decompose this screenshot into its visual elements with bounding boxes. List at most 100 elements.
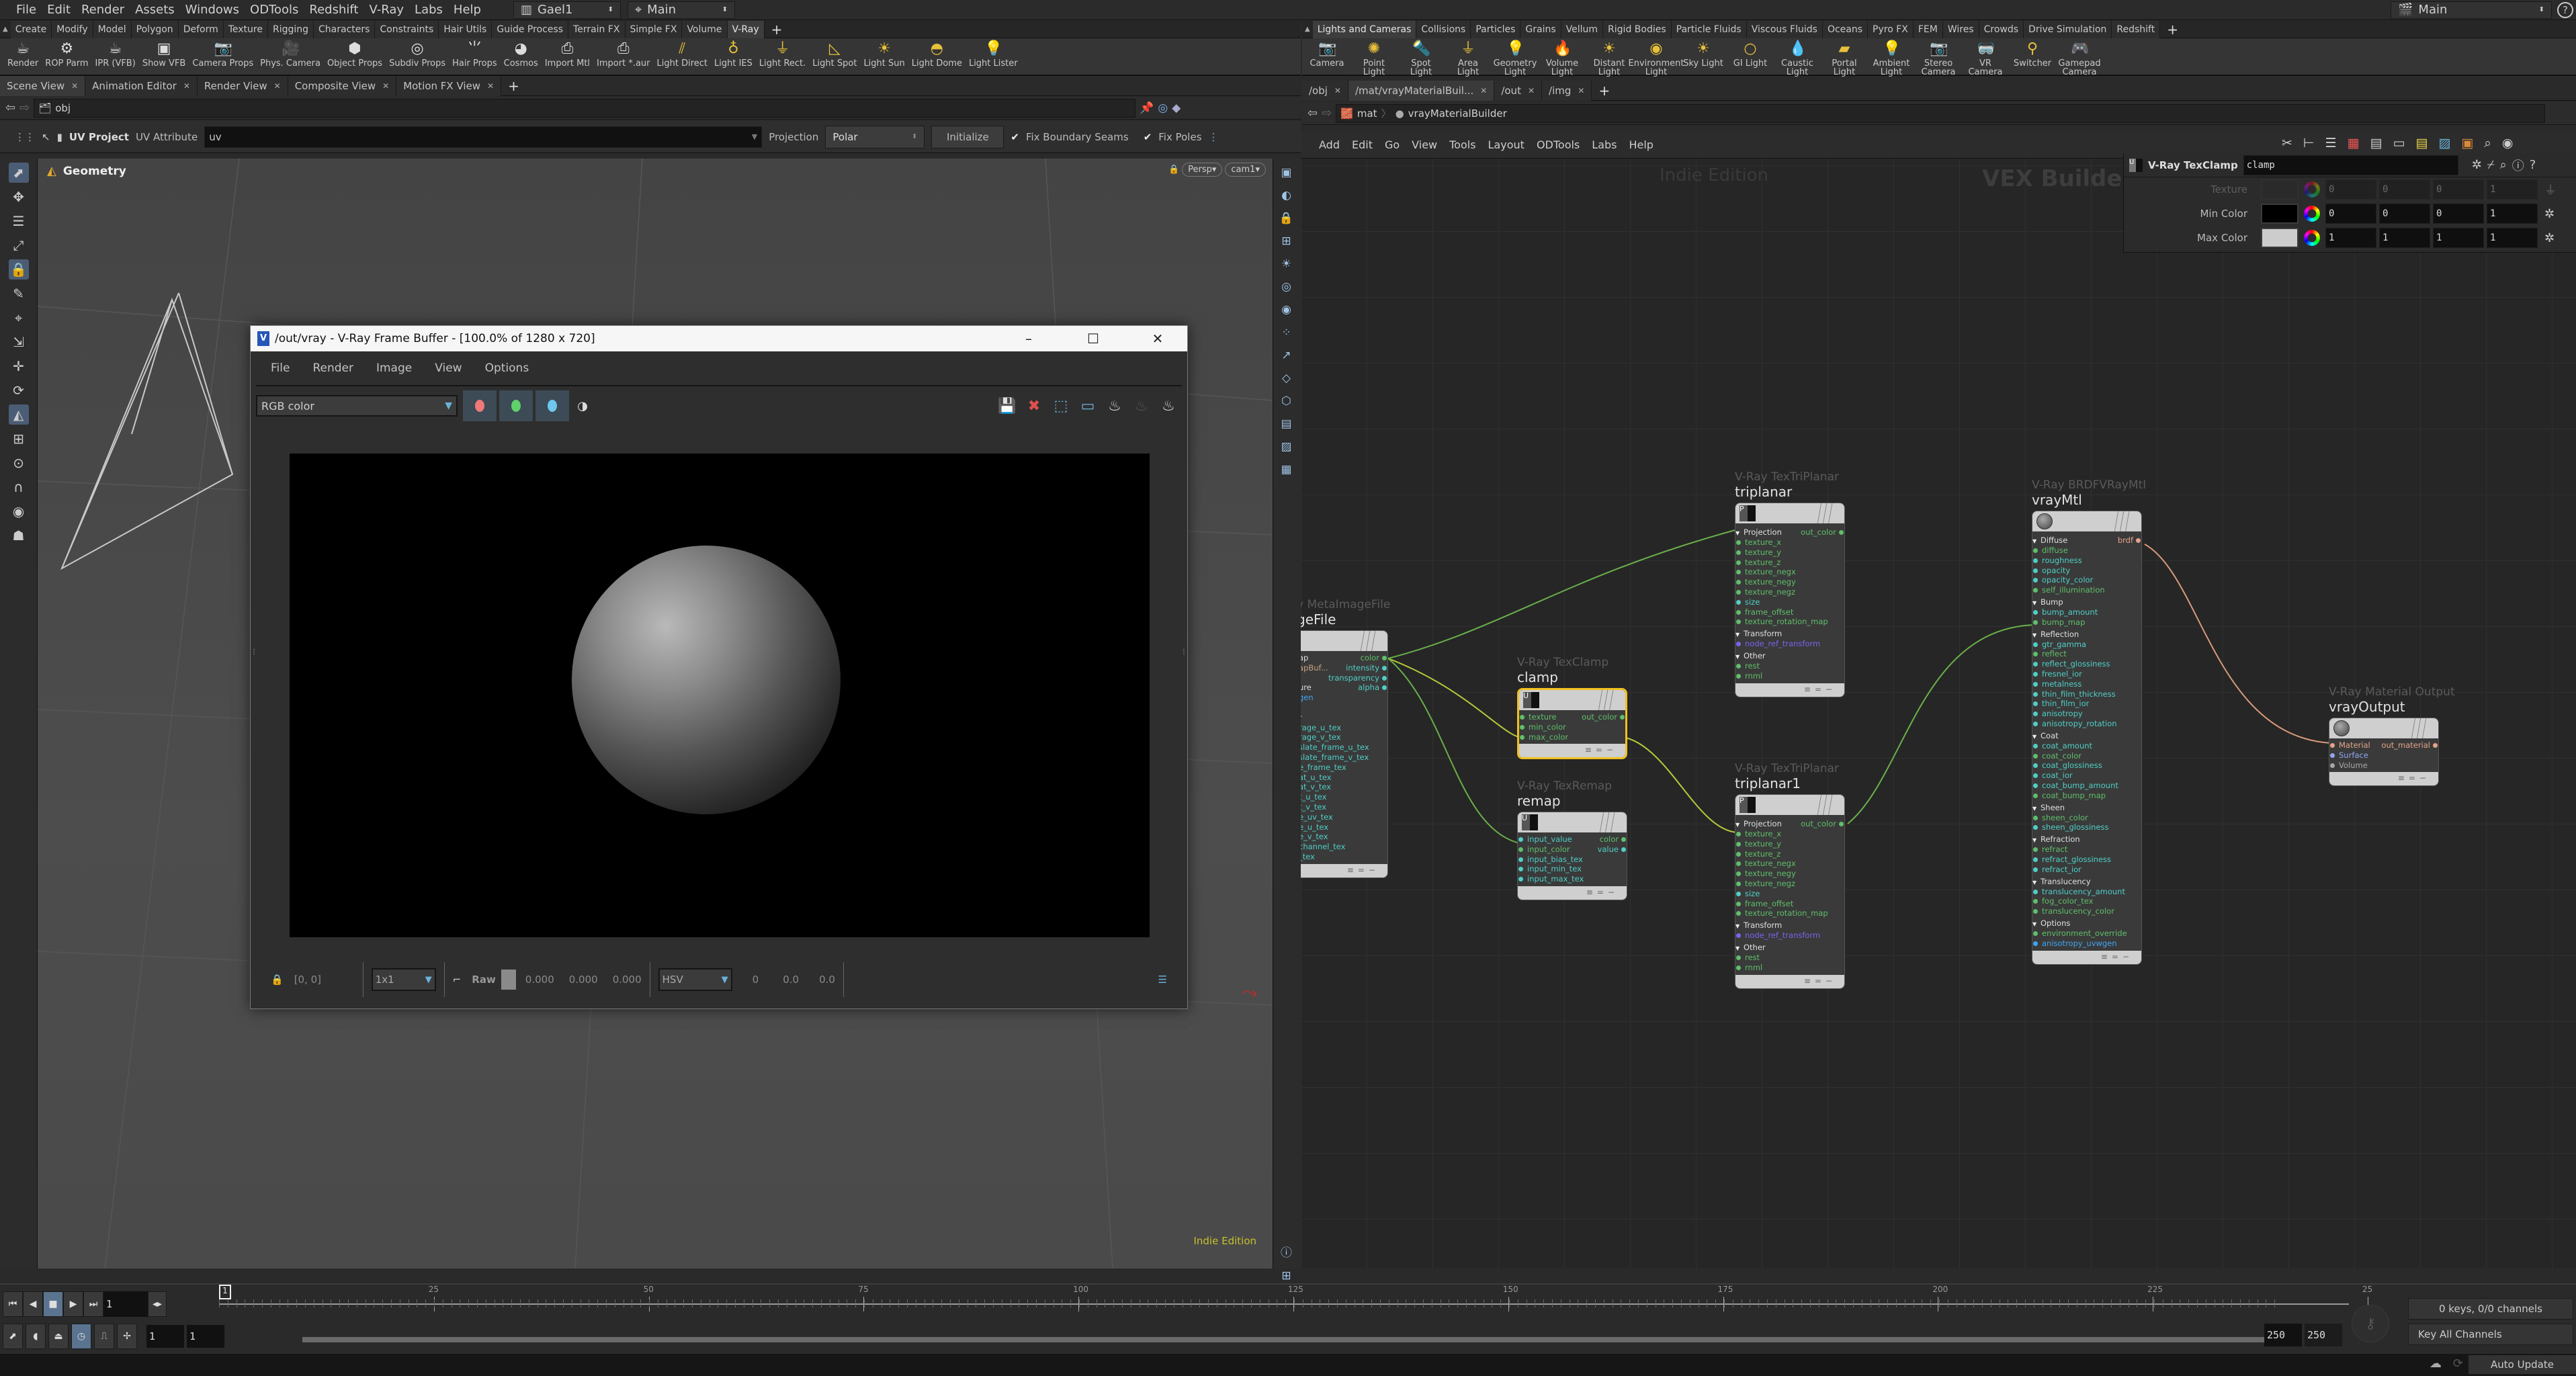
input-port[interactable]: t_u_tex — [1301, 792, 1387, 802]
network-menu-layout[interactable]: Layout — [1482, 138, 1531, 151]
close-tab-icon[interactable]: ✕ — [1578, 81, 1584, 101]
port-group-other[interactable]: Other — [1735, 943, 1844, 953]
output-port[interactable]: out_color — [1582, 712, 1625, 722]
output-port[interactable]: brdf — [2118, 535, 2141, 546]
key-icon[interactable]: ⚷ — [2352, 1305, 2389, 1342]
range-end2-input[interactable]: 250 — [2305, 1324, 2342, 1346]
param-value-field[interactable]: 0 — [2325, 179, 2376, 200]
jump-start-button[interactable]: ⏮ — [3, 1291, 23, 1317]
search-icon[interactable]: ⌕ — [2484, 136, 2491, 150]
color-wheel-icon[interactable] — [2304, 230, 2320, 246]
shelf-tool-spot-light[interactable]: 🔦 Spot Light — [1398, 38, 1445, 77]
realtime-icon[interactable]: ⏏ — [48, 1324, 69, 1349]
input-port[interactable]: coat_glossiness — [2032, 761, 2141, 771]
shading-icon[interactable]: ◐ — [1278, 187, 1295, 204]
param-value-field[interactable]: 0 — [2433, 204, 2484, 224]
grip-icon[interactable]: ⋮⋮ — [15, 131, 35, 143]
uv-tool-icon[interactable]: ◭ — [8, 404, 29, 425]
shelf-tab-polygon[interactable]: Polygon — [131, 20, 179, 38]
brush-icon[interactable]: ⌿ — [2487, 158, 2495, 172]
pane-tab-composite-view[interactable]: Composite View ✕ — [288, 75, 397, 96]
render-image[interactable] — [290, 454, 1150, 937]
node-name-input[interactable]: clamp — [2243, 155, 2458, 175]
shelf-tool-ambient-light[interactable]: 💡 Ambient Light — [1868, 38, 1915, 77]
menu-windows[interactable]: Windows — [180, 0, 245, 20]
layout-icon[interactable]: ⊞ — [1278, 1267, 1295, 1285]
stop-button[interactable]: ■ — [43, 1291, 63, 1317]
input-port[interactable]: translucency_amount — [2032, 887, 2141, 897]
output-port[interactable]: color — [1600, 834, 1627, 845]
shelf-tool-camera[interactable]: 📷 Camera — [1303, 38, 1350, 75]
input-port[interactable]: sheen_glossiness — [2032, 822, 2141, 832]
input-port[interactable]: Surface — [2329, 750, 2438, 761]
input-port[interactable]: e_v_tex — [1301, 832, 1387, 842]
input-port[interactable]: bump_amount — [2032, 607, 2141, 617]
shelf-tab-constraints[interactable]: Constraints — [375, 20, 439, 38]
wrench-icon[interactable]: ✂ — [2282, 136, 2292, 150]
input-port[interactable]: node_ref_transform — [1735, 639, 1844, 649]
input-port[interactable]: gtr_gamma — [2032, 640, 2141, 650]
shelf-tab-viscous-fluids[interactable]: Viscous Fluids — [1746, 20, 1823, 38]
back-arrow-icon[interactable]: ⇦ — [1307, 106, 1318, 120]
close-tab-icon[interactable]: ✕ — [1480, 81, 1487, 101]
wire-icon[interactable]: ⬡ — [1278, 392, 1295, 410]
input-port[interactable]: max_color — [1519, 732, 1625, 742]
snapshot-icon[interactable]: ▦ — [1278, 461, 1295, 478]
input-port[interactable]: rest — [1735, 953, 1844, 963]
refresh-icon[interactable]: ⟳ — [2453, 1357, 2463, 1371]
network-menu-tools[interactable]: Tools — [1443, 138, 1482, 151]
input-port[interactable]: texture_y — [1735, 839, 1844, 849]
output-port[interactable]: out_material — [2381, 740, 2438, 750]
normals-icon[interactable]: ↗ — [1278, 347, 1295, 364]
pane-tab-scene-view[interactable]: Scene View ✕ — [0, 75, 86, 96]
shelf-collapse-icon[interactable]: ▲ — [1302, 26, 1313, 33]
shelf-tool-vr-camera[interactable]: 🥽 VR Camera — [1962, 38, 2009, 77]
channel-select[interactable]: RGB color ▼ — [256, 395, 458, 417]
mono-toggle-icon[interactable]: ◑ — [569, 399, 596, 413]
render-icon[interactable]: ♨ — [1155, 398, 1182, 415]
minimize-button[interactable]: – — [999, 331, 1058, 347]
template-icon[interactable]: ▤ — [1278, 415, 1295, 433]
projection-select[interactable]: Polar ⬍ — [825, 125, 925, 148]
add-tab-icon[interactable]: + — [501, 78, 526, 94]
input-port[interactable]: fog_color_tex — [2032, 896, 2141, 906]
shelf-tool-caustic-light[interactable]: 💧 Caustic Light — [1774, 38, 1821, 77]
key-mode-select[interactable]: Key All Channels — [2408, 1324, 2573, 1345]
grid-icon[interactable]: ⊞ — [1278, 232, 1295, 250]
input-port[interactable]: bump_map — [2032, 617, 2141, 628]
shelf-tool-ipr-vfb[interactable]: ☕ IPR (VFB) — [92, 38, 139, 75]
region-render-icon[interactable]: ⬚ — [1047, 398, 1074, 415]
vfb-menu-view[interactable]: View — [435, 361, 462, 375]
save-image-icon[interactable]: 💾 — [994, 398, 1021, 415]
display-options-icon[interactable]: ▣ — [1278, 164, 1295, 181]
shelf-tab-vellum[interactable]: Vellum — [1561, 20, 1604, 38]
forward-arrow-icon[interactable]: ⇨ — [19, 101, 30, 115]
shelf-tool-point-light[interactable]: ✺ Point Light — [1350, 38, 1398, 77]
shelf-tool-environment-light[interactable]: ◉ Environment Light — [1629, 38, 1684, 77]
port-group-transform[interactable]: Transform — [1735, 920, 1844, 931]
close-tab-icon[interactable]: ✕ — [71, 76, 78, 96]
shelf-tool-render[interactable]: ☕ Render — [4, 38, 42, 75]
curve-icon[interactable]: ⌐ — [453, 974, 462, 986]
close-tab-icon[interactable]: ✕ — [487, 76, 494, 96]
input-port[interactable]: frame_offset — [1735, 607, 1844, 617]
input-port[interactable]: rage_u_tex — [1301, 723, 1387, 733]
input-port[interactable]: metalness — [2032, 679, 2141, 689]
shelf-tool-show-vfb[interactable]: ▣ Show VFB — [139, 38, 189, 75]
tree-icon[interactable]: ⊢ — [2303, 136, 2315, 150]
param-value-field[interactable]: 1 — [2487, 179, 2538, 200]
input-port[interactable]: rnml — [1735, 671, 1844, 681]
gear-icon[interactable]: ✲ — [2544, 231, 2554, 245]
menu-render[interactable]: Render — [76, 0, 130, 20]
shelf-tool-gi-light[interactable]: ○ GI Light — [1727, 38, 1774, 75]
shelf-tool-stereo-camera[interactable]: 📷 Stereo Camera — [1915, 38, 1962, 77]
close-button[interactable]: ✕ — [1128, 331, 1187, 347]
loop-tool-icon[interactable]: ⊙ — [9, 453, 29, 473]
shelf-tab-model[interactable]: Model — [93, 20, 132, 38]
network-menu-labs[interactable]: Labs — [1586, 138, 1623, 151]
menu-edit[interactable]: Edit — [42, 0, 76, 20]
input-port[interactable]: rest — [1735, 661, 1844, 671]
transform-tool-icon[interactable]: ✛ — [9, 356, 29, 376]
vfb-menu-render[interactable]: Render — [312, 361, 353, 375]
port-group-reflection[interactable]: Reflection — [2032, 630, 2141, 640]
